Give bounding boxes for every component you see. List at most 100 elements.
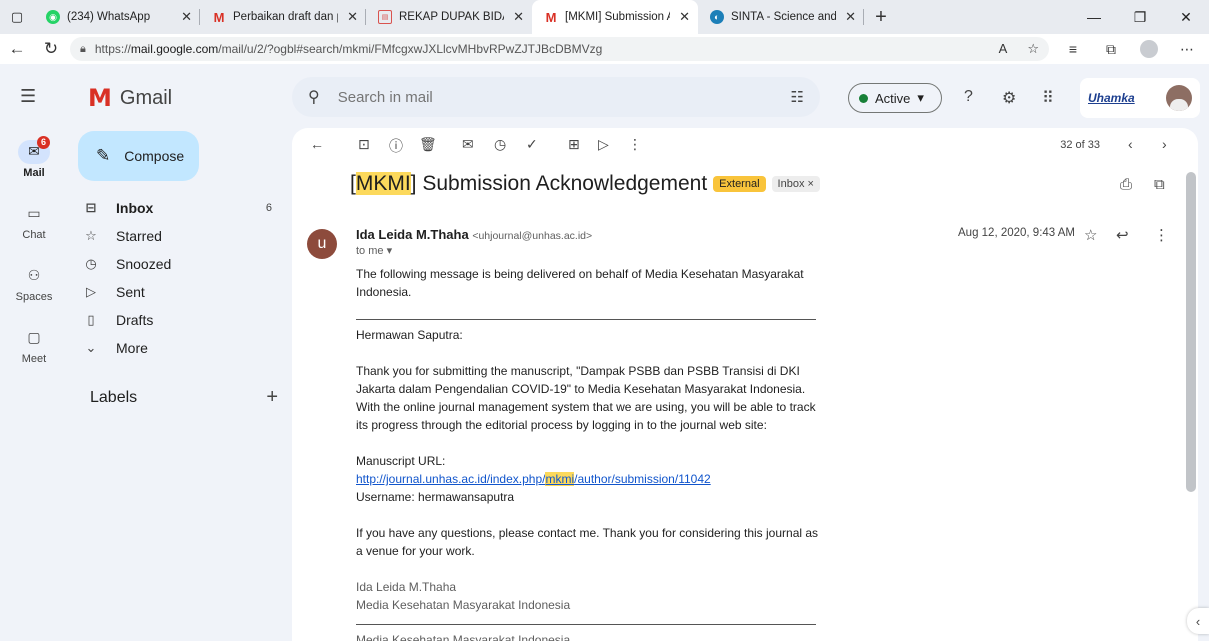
main-menu-icon[interactable]: ☰ [20, 86, 36, 107]
caret-down-icon: ▾ [917, 90, 924, 105]
close-window-button[interactable]: ✕ [1163, 0, 1209, 34]
account-avatar [1166, 85, 1192, 111]
star-icon: ☆ [85, 228, 97, 243]
archive-icon[interactable]: ⊡ [358, 136, 370, 153]
nav-item-sent[interactable]: ▷ Sent [68, 278, 288, 306]
help-icon[interactable]: ? [964, 88, 973, 106]
nav-item-snoozed[interactable]: ◷ Snoozed [68, 250, 288, 278]
minimize-button[interactable]: — [1071, 0, 1117, 34]
draft-icon: ▯ [87, 312, 95, 327]
newer-icon[interactable]: ‹ [1128, 136, 1133, 152]
more-menu-icon[interactable]: ⋯ [1171, 40, 1203, 58]
subject-row: [MKMI] Submission Acknowledgement Extern… [350, 172, 820, 196]
chevron-down-icon: ⌄ [85, 340, 97, 355]
message-more-icon[interactable]: ⋮ [1154, 226, 1169, 244]
close-tab-icon[interactable]: ✕ [679, 9, 690, 25]
send-icon: ▷ [86, 284, 96, 299]
back-to-list-icon[interactable]: ← [310, 136, 324, 152]
search-input[interactable] [337, 88, 791, 106]
labels-section: Labels + [90, 386, 278, 409]
lock-icon: 🔒︎ [80, 42, 86, 55]
whatsapp-icon: ◉ [46, 10, 60, 24]
profile-icon[interactable] [1133, 40, 1165, 58]
delete-icon[interactable]: 🗑︎ [419, 136, 437, 153]
collections-icon[interactable]: ⧉ [1095, 40, 1127, 58]
reply-icon[interactable]: ↩ [1116, 226, 1129, 244]
search-icon[interactable]: ⚲ [308, 87, 320, 107]
address-bar[interactable]: 🔒︎ https://mail.google.com/mail/u/2/?ogb… [70, 37, 1049, 61]
window-menu-icon[interactable]: ▢ [0, 0, 34, 34]
close-tab-icon[interactable]: ✕ [845, 9, 856, 25]
sinta-icon: ◐ [710, 10, 724, 24]
close-tab-icon[interactable]: ✕ [513, 9, 524, 25]
nav-item-starred[interactable]: ☆ Starred [68, 222, 288, 250]
reload-button[interactable]: ↻ [34, 34, 68, 64]
clock-icon: ◷ [85, 256, 97, 271]
inbox-label-chip[interactable]: Inbox × [771, 176, 820, 192]
gmail-logo[interactable]: M Gmail [88, 84, 172, 112]
window-controls: — ❐ ✕ [1071, 0, 1209, 34]
open-new-window-icon[interactable]: ⧉ [1154, 176, 1165, 193]
gmail-icon: M [213, 9, 225, 25]
pencil-icon: ✎ [96, 146, 111, 165]
chat-icon: ▭ [27, 205, 41, 221]
report-spam-icon[interactable]: ⓘ [389, 136, 403, 156]
favorites-icon[interactable]: ≡ [1057, 40, 1089, 58]
greeting-text: Hermawan Saputra: [356, 328, 463, 342]
browser-tab-mkmi[interactable]: M [MKMI] Submission Acknowle ✕ [532, 0, 698, 34]
close-tab-icon[interactable]: ✕ [181, 9, 192, 25]
rail-item-spaces[interactable]: ⚇ Spaces [0, 252, 68, 314]
side-panel-toggle-icon[interactable]: ‹ [1187, 608, 1209, 634]
search-options-icon[interactable]: ☷ [791, 88, 804, 106]
scrollbar[interactable] [1186, 172, 1196, 492]
signature-org: Media Kesehatan Masyarakat Indonesia [356, 598, 571, 612]
recipient-details[interactable]: to me ▾ [356, 244, 392, 257]
add-task-icon[interactable]: ✓ [526, 136, 538, 153]
browser-tab-strip: ▢ ◉ (234) WhatsApp ✕ M Perbaikan draft d… [0, 0, 1209, 34]
browser-tab-rekap[interactable]: ▤ REKAP DUPAK BIDANG B _ LL ✕ [366, 0, 532, 34]
rail-item-chat[interactable]: ▭ Chat [0, 190, 68, 252]
more-options-icon[interactable]: ⋮ [628, 136, 642, 153]
mail-icon: ✉ 6 [18, 135, 50, 164]
nav-item-inbox[interactable]: ⊟ Inbox 6 [68, 194, 288, 222]
print-icon[interactable]: ⎙ [1120, 176, 1132, 193]
mark-unread-icon[interactable]: ✉ [462, 136, 474, 153]
rail-item-mail[interactable]: ✉ 6 Mail [0, 128, 68, 190]
sender-name: Ida Leida M.Thaha [356, 227, 469, 242]
move-to-icon[interactable]: ⊞ [568, 136, 580, 153]
browser-tab-perbaikan[interactable]: M Perbaikan draft dan pembaya ✕ [200, 0, 366, 34]
browser-tab-whatsapp[interactable]: ◉ (234) WhatsApp ✕ [34, 0, 200, 34]
compose-button[interactable]: ✎ Compose [78, 131, 199, 181]
label-icon[interactable]: ▷ [598, 136, 609, 153]
back-button[interactable]: ← [0, 34, 34, 64]
close-tab-icon[interactable]: ✕ [347, 9, 358, 25]
favorite-star-icon[interactable]: ☆ [1027, 41, 1039, 57]
gmail-m-icon: M [88, 84, 112, 112]
manuscript-link[interactable]: http://journal.unhas.ac.id/index.php/mkm… [356, 472, 711, 486]
sender-line: Ida Leida M.Thaha <uhjournal@unhas.ac.id… [356, 227, 592, 242]
read-aloud-icon[interactable]: A [999, 41, 1008, 57]
body-paragraph: Thank you for submitting the manuscript,… [356, 364, 816, 432]
unread-badge: 6 [37, 135, 50, 149]
browser-tab-sinta[interactable]: ◐ SINTA - Science and Technolo ✕ [698, 0, 864, 34]
pager-count: 32 of 33 [1060, 139, 1100, 151]
restore-button[interactable]: ❐ [1117, 0, 1163, 34]
account-button[interactable]: Uhamka [1080, 78, 1200, 118]
apps-grid-icon[interactable]: ⠿ [1042, 88, 1054, 108]
new-tab-button[interactable]: + [864, 0, 898, 34]
gear-icon[interactable]: ⚙ [1002, 88, 1016, 108]
gmail-header: ☰ M Gmail ⚲ ☷ Active ▾ ? ⚙ ⠿ Uhamka [0, 64, 1209, 128]
status-button[interactable]: Active ▾ [848, 83, 942, 113]
sender-email: <uhjournal@unhas.ac.id> [472, 230, 593, 242]
star-message-icon[interactable]: ☆ [1084, 226, 1097, 244]
nav-item-more[interactable]: ⌄ More [68, 334, 288, 362]
create-label-icon[interactable]: + [266, 386, 278, 409]
nav-item-drafts[interactable]: ▯ Drafts [68, 306, 288, 334]
older-icon[interactable]: › [1162, 136, 1167, 152]
intro-text: The following message is being delivered… [356, 267, 804, 299]
snooze-icon[interactable]: ◷ [494, 136, 506, 153]
inbox-icon: ⊟ [85, 200, 97, 215]
message-date: Aug 12, 2020, 9:43 AM [958, 227, 1076, 239]
signature-name: Ida Leida M.Thaha [356, 580, 457, 594]
rail-item-meet[interactable]: ▢ Meet [0, 314, 68, 376]
